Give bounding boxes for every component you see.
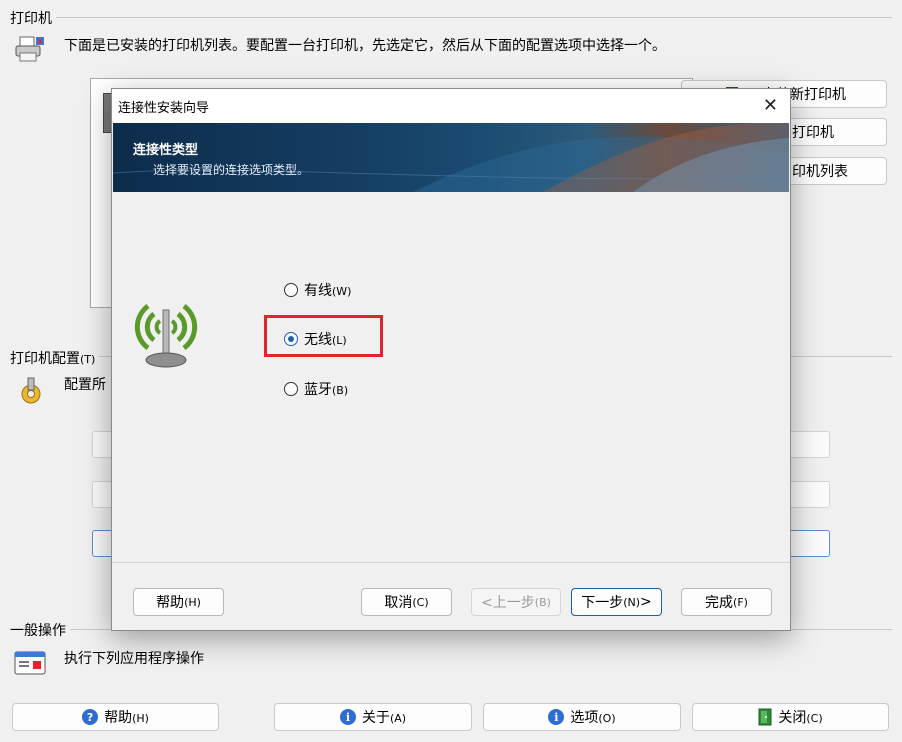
dialog-next-key: (N) <box>623 595 641 609</box>
options-label: 选项(O) <box>570 707 615 727</box>
dialog-cancel-button[interactable]: 取消 (C) <box>361 588 452 616</box>
close-app-text: 关闭 <box>778 710 807 726</box>
options-button[interactable]: i 选项(O) <box>483 703 681 731</box>
dialog-help-text: 帮助 <box>156 595 185 611</box>
printers-section-line <box>10 17 892 18</box>
dialog-titlebar[interactable]: 连接性安装向导 ✕ <box>112 89 790 123</box>
dialog-next-suffix: > <box>640 594 652 610</box>
main-help-label: 帮助(H) <box>104 707 149 727</box>
dialog-finish-button[interactable]: 完成 (F) <box>681 588 772 616</box>
dialog-help-button[interactable]: 帮助 (H) <box>133 588 224 616</box>
about-key: (A) <box>389 712 407 725</box>
about-label: 关于(A) <box>362 707 406 727</box>
main-help-button[interactable]: ? 帮助(H) <box>12 703 219 731</box>
connectivity-wizard-dialog: 连接性安装向导 ✕ 连接性类型 选择要设置的连接选项类型。 有线(W) 无线(L… <box>111 88 791 631</box>
radio-wired-text: 有线 <box>304 283 332 299</box>
close-app-label: 关闭(C) <box>778 707 822 727</box>
help-icon: ? <box>82 709 99 725</box>
about-button[interactable]: i 关于(A) <box>274 703 472 731</box>
banner-subtitle: 选择要设置的连接选项类型。 <box>153 163 310 177</box>
dialog-next-text: 下一步 <box>581 595 624 611</box>
close-app-key: (C) <box>806 712 823 725</box>
radio-bluetooth-text: 蓝牙 <box>304 382 332 398</box>
app-window-icon <box>14 650 46 676</box>
wireless-antenna-icon <box>126 292 206 372</box>
dialog-finish-text: 完成 <box>705 595 734 611</box>
radio-wired-circle[interactable] <box>284 283 298 297</box>
dialog-footer-divider <box>112 562 790 563</box>
config-title-key: (T) <box>80 353 96 366</box>
general-section-title: 一般操作 <box>10 620 70 640</box>
wizard-banner: 连接性类型 选择要设置的连接选项类型。 <box>113 123 789 192</box>
dialog-cancel-key: (C) <box>412 595 429 609</box>
printer-list-button-label: 印机列表 <box>792 164 848 180</box>
printers-description: 下面是已安装的打印机列表。要配置一台打印机，先选定它，然后从下面的配置选项中选择… <box>64 38 666 54</box>
dialog-back-key: (B) <box>534 595 551 609</box>
config-section-title: 打印机配置(T) <box>10 348 100 368</box>
options-text: 选项 <box>570 710 599 726</box>
main-help-text: 帮助 <box>104 710 133 726</box>
radio-bluetooth-circle[interactable] <box>284 382 298 396</box>
radio-bluetooth[interactable]: 蓝牙(B) <box>284 379 348 399</box>
main-help-key: (H) <box>132 712 149 725</box>
printers-section-title: 打印机 <box>10 8 56 28</box>
dialog-help-key: (H) <box>184 595 201 609</box>
config-description: 配置所 <box>64 377 106 393</box>
wizard-content: 有线(W) 无线(L) 蓝牙(B) <box>112 192 790 562</box>
banner-decoration <box>113 123 789 192</box>
about-text: 关于 <box>361 710 390 726</box>
gear-icon <box>16 376 46 406</box>
dialog-back-text: <上一步 <box>481 595 535 611</box>
info-icon: i <box>339 709 356 725</box>
dialog-title: 连接性安装向导 <box>118 100 210 116</box>
close-icon[interactable]: ✕ <box>763 95 778 116</box>
banner-title: 连接性类型 <box>133 143 199 158</box>
selection-highlight-box <box>264 315 383 357</box>
door-exit-icon <box>758 708 772 726</box>
radio-wired[interactable]: 有线(W) <box>284 280 351 300</box>
dialog-cancel-text: 取消 <box>384 595 413 611</box>
radio-wired-label: 有线(W) <box>304 280 351 300</box>
printer-icon <box>14 33 46 65</box>
config-title-text: 打印机配置 <box>10 351 80 367</box>
close-app-button[interactable]: 关闭(C) <box>692 703 889 731</box>
radio-bluetooth-label: 蓝牙(B) <box>304 379 348 399</box>
general-description: 执行下列应用程序操作 <box>64 651 204 667</box>
radio-bluetooth-key: (B) <box>332 384 349 397</box>
options-key: (O) <box>598 712 616 725</box>
printer-button-2-label: 打印机 <box>792 125 834 141</box>
radio-wired-key: (W) <box>332 285 352 298</box>
dialog-back-button[interactable]: <上一步 (B) <box>471 588 561 616</box>
dialog-finish-key: (F) <box>733 595 748 609</box>
dialog-next-button[interactable]: 下一步 (N) > <box>571 588 662 616</box>
info-icon: i <box>548 709 565 725</box>
